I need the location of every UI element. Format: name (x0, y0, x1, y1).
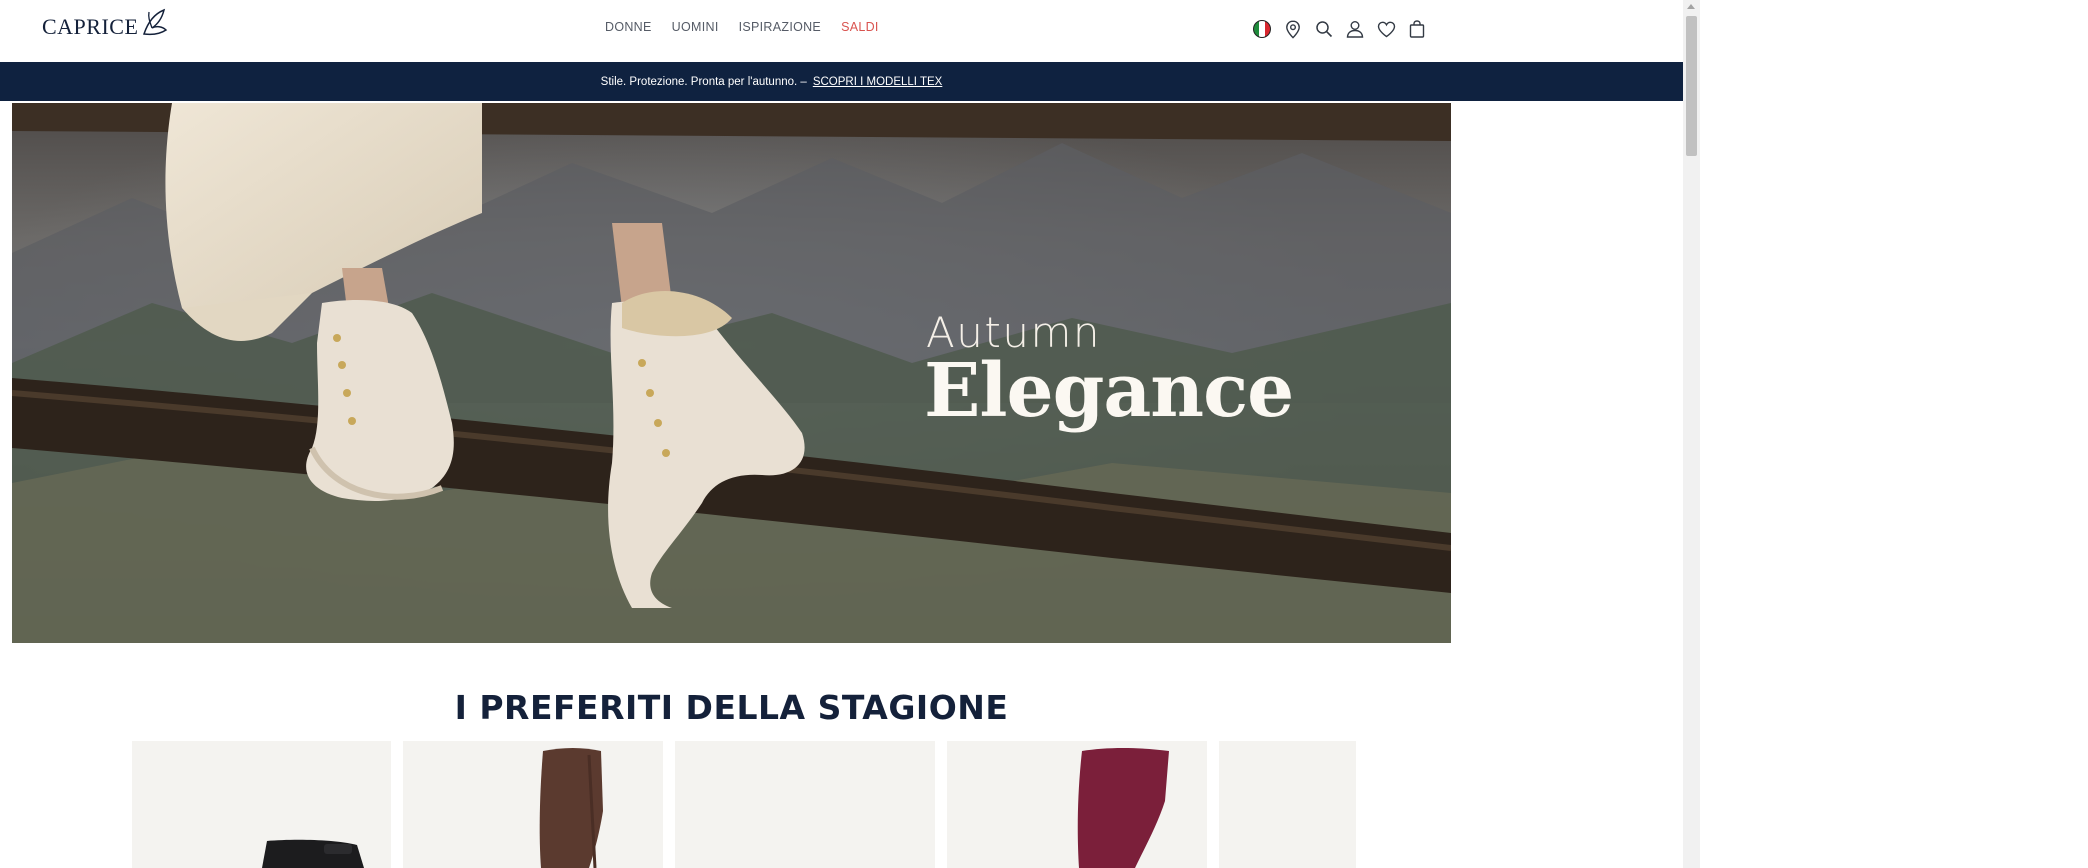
italy-flag-icon[interactable] (1252, 18, 1272, 40)
promo-bar: Stile. Protezione. Pronta per l'autunno.… (0, 62, 1683, 101)
butterfly-logo-icon (143, 8, 168, 36)
brand-logo[interactable]: CAPRICE (42, 8, 170, 44)
section-title: I PREFERITI DELLA STAGIONE (454, 688, 1009, 727)
product-image (1077, 748, 1169, 868)
nav-item-saldi[interactable]: SALDI (841, 20, 879, 34)
hero-banner[interactable]: Autumn Elegance (12, 103, 1451, 643)
header-icons (1252, 18, 1427, 40)
scroll-thumb[interactable] (1686, 16, 1697, 156)
product-image (675, 741, 935, 868)
product-card[interactable] (132, 741, 391, 868)
product-card[interactable] (403, 741, 663, 868)
promo-link[interactable]: SCOPRI I MODELLI TEX (813, 76, 943, 88)
location-pin-icon[interactable] (1283, 18, 1303, 40)
product-image (539, 748, 603, 868)
product-image (262, 839, 364, 868)
scroll-up-icon[interactable] (1687, 4, 1695, 9)
product-card[interactable] (675, 741, 935, 868)
promo-text: Stile. Protezione. Pronta per l'autunno.… (600, 75, 807, 88)
page-scrollbar[interactable] (1683, 0, 1700, 868)
wishlist-heart-icon[interactable] (1376, 18, 1396, 40)
nav-item-uomini[interactable]: UOMINI (672, 20, 719, 34)
hero-title: Elegance (924, 348, 1294, 434)
account-icon[interactable] (1345, 18, 1365, 40)
shopping-bag-icon[interactable] (1407, 18, 1427, 40)
search-icon[interactable] (1314, 18, 1334, 40)
brand-name: CAPRICE (42, 14, 139, 39)
product-card[interactable] (1219, 741, 1356, 868)
nav-item-ispirazione[interactable]: ISPIRAZIONE (739, 20, 821, 34)
product-image (1219, 741, 1356, 868)
main-nav: DONNE UOMINI ISPIRAZIONE SALDI (605, 20, 879, 34)
site-header: CAPRICE DONNE UOMINI ISPIRAZIONE SALDI (0, 0, 1683, 62)
nav-item-donne[interactable]: DONNE (605, 20, 652, 34)
product-card[interactable] (947, 741, 1207, 868)
